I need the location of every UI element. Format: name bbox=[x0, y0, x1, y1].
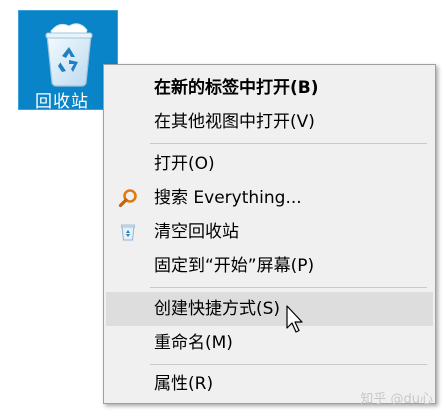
menu-item-label: 清空回收站 bbox=[154, 222, 239, 242]
menu-item-open-in-new-tab[interactable]: 在新的标签中打开(B) bbox=[106, 71, 433, 105]
desktop-icon-label: 回收站 bbox=[35, 92, 89, 112]
watermark: 知乎 @du心 bbox=[360, 392, 433, 407]
menu-item-label: 在其他视图中打开(V) bbox=[154, 112, 315, 132]
menu-separator bbox=[150, 364, 427, 365]
menu-item-create-shortcut[interactable]: 创建快捷方式(S) bbox=[106, 292, 433, 326]
menu-item-label: 重命名(M) bbox=[154, 333, 233, 353]
menu-item-open[interactable]: 打开(O) bbox=[106, 147, 433, 181]
recycle-bin-icon bbox=[45, 23, 93, 87]
menu-item-search-everything[interactable]: 搜索 Everything... bbox=[106, 181, 433, 215]
menu-item-label: 打开(O) bbox=[154, 154, 215, 174]
menu-item-label: 创建快捷方式(S) bbox=[154, 299, 281, 319]
context-menu: 在新的标签中打开(B) 在其他视图中打开(V) 打开(O) 搜索 Everyth… bbox=[103, 64, 436, 404]
mouse-pointer-icon bbox=[286, 305, 303, 333]
desktop: 回收站 在新的标签中打开(B) 在其他视图中打开(V) 打开(O) 搜索 Eve… bbox=[0, 0, 443, 415]
menu-separator bbox=[150, 287, 427, 288]
menu-item-open-in-other-view[interactable]: 在其他视图中打开(V) bbox=[106, 105, 433, 139]
menu-item-rename[interactable]: 重命名(M) bbox=[106, 326, 433, 360]
menu-item-pin-to-start[interactable]: 固定到“开始”屏幕(P) bbox=[106, 249, 433, 283]
menu-item-label: 属性(R) bbox=[154, 374, 214, 394]
menu-item-empty-recycle-bin[interactable]: 清空回收站 bbox=[106, 215, 433, 249]
menu-separator bbox=[150, 143, 427, 144]
recycle-bin-icon bbox=[121, 224, 135, 241]
everything-search-icon bbox=[118, 189, 137, 208]
menu-item-label: 在新的标签中打开(B) bbox=[154, 78, 319, 98]
menu-item-label: 搜索 Everything... bbox=[154, 188, 302, 208]
menu-item-label: 固定到“开始”屏幕(P) bbox=[154, 256, 315, 276]
